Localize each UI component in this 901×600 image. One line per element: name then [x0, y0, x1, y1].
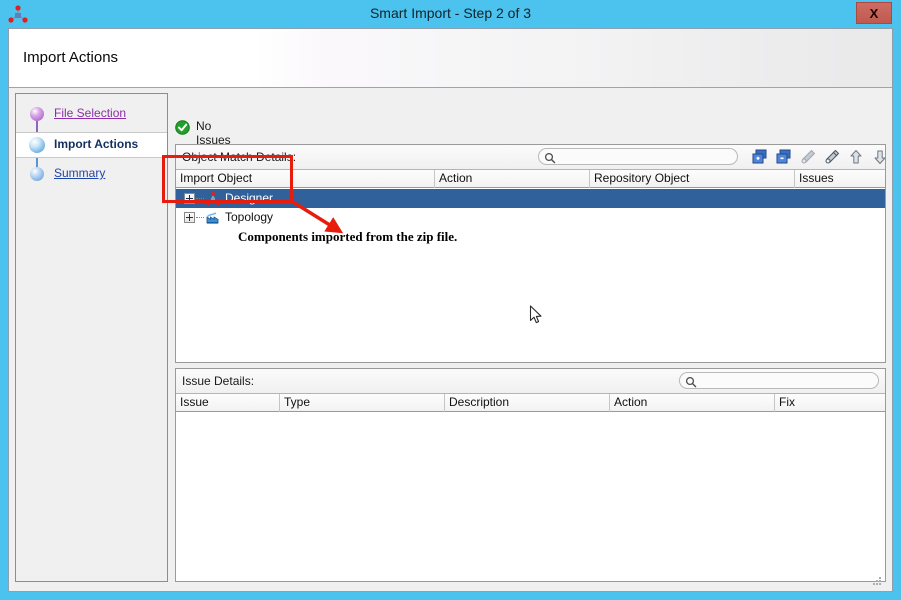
sidebar-item-label: Summary — [54, 166, 106, 180]
expand-toggle-icon[interactable] — [184, 193, 195, 204]
sidebar-item-summary[interactable]: Summary — [16, 162, 167, 186]
issue-details-panel: Issue Details: Issue Type Description Ac… — [175, 368, 886, 582]
match-tool-icon[interactable] — [799, 148, 817, 166]
step-bullet-icon — [30, 107, 44, 121]
smart-import-dialog: Smart Import - Step 2 of 3 X Import Acti… — [0, 0, 901, 600]
step-bullet-icon — [30, 167, 44, 181]
annotation-label: Components imported from the zip file. — [238, 229, 458, 244]
dialog-client-area: Import Actions File Selection Import Act… — [8, 28, 893, 592]
search-icon — [544, 151, 556, 164]
column-header-import-object[interactable]: Import Object — [176, 170, 435, 188]
column-header-action[interactable]: Action — [610, 394, 775, 412]
import-object-tree[interactable]: Designer Topology — [176, 189, 885, 362]
close-icon[interactable]: X — [856, 2, 892, 24]
issue-column-header: Issue Type Description Action Fix — [176, 394, 885, 412]
topology-icon — [205, 210, 221, 226]
sidebar-item-label: Import Actions — [54, 137, 139, 151]
page-banner: Import Actions — [9, 29, 892, 88]
collapse-all-icon[interactable] — [775, 148, 793, 166]
column-header-action[interactable]: Action — [435, 170, 590, 188]
tree-item-label: Designer — [225, 191, 274, 205]
move-up-icon[interactable] — [847, 148, 865, 166]
issue-details-grid[interactable] — [176, 413, 885, 581]
resize-grip[interactable] — [870, 575, 882, 587]
issue-panel-caption: Issue Details: — [182, 374, 255, 388]
designer-icon — [205, 191, 221, 207]
match-column-header: Import Object Action Repository Object I… — [176, 170, 885, 188]
window-title: Smart Import - Step 2 of 3 — [369, 5, 532, 21]
step-bullet-icon — [29, 137, 45, 153]
title-bar[interactable]: Smart Import - Step 2 of 3 X — [0, 0, 901, 28]
tree-connector — [196, 217, 204, 219]
import-actions-content: No Issues Object Match Details: Import O… — [172, 93, 886, 582]
wizard-steps-sidebar: File Selection Import Actions Summary — [15, 93, 168, 582]
column-header-fix[interactable]: Fix — [775, 394, 885, 412]
sidebar-item-file-selection[interactable]: File Selection — [16, 102, 167, 126]
table-row[interactable]: Topology — [176, 208, 885, 227]
column-header-issues[interactable]: Issues — [795, 170, 885, 188]
column-header-description[interactable]: Description — [445, 394, 610, 412]
column-header-issue[interactable]: Issue — [176, 394, 280, 412]
object-match-details-panel: Object Match Details: Import Object Acti… — [175, 144, 886, 363]
page-title: Import Actions — [23, 49, 119, 66]
issue-search-input[interactable] — [679, 372, 879, 389]
expand-toggle-icon[interactable] — [184, 212, 195, 223]
status-text: No Issues — [196, 119, 231, 147]
issue-panel-toolbar: Issue Details: — [176, 369, 885, 394]
column-header-repository-object[interactable]: Repository Object — [590, 170, 795, 188]
table-row[interactable]: Designer — [176, 189, 885, 208]
match-panel-caption: Object Match Details: — [182, 150, 297, 164]
search-icon — [685, 375, 697, 388]
sidebar-item-import-actions[interactable]: Import Actions — [16, 132, 167, 158]
match-panel-toolbar: Object Match Details: — [176, 145, 886, 170]
tree-item-label: Topology — [225, 210, 274, 224]
column-header-type[interactable]: Type — [280, 394, 445, 412]
move-down-icon[interactable] — [871, 148, 889, 166]
tree-connector — [196, 198, 204, 200]
check-circle-icon — [175, 120, 190, 135]
sidebar-item-label: File Selection — [54, 106, 127, 120]
match-search-input[interactable] — [538, 148, 738, 165]
apply-tool-icon[interactable] — [823, 148, 841, 166]
expand-all-icon[interactable] — [751, 148, 769, 166]
